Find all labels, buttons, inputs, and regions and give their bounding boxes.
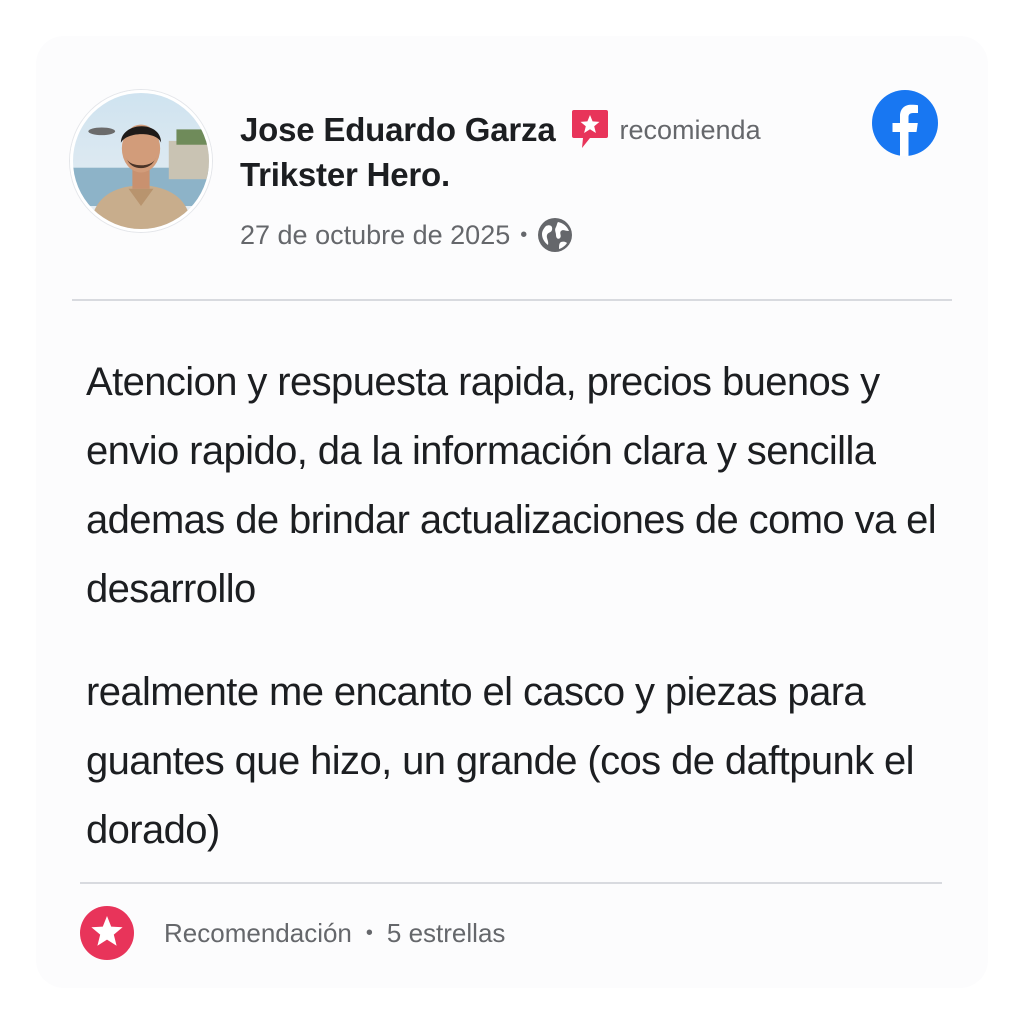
post-header: Jose Eduardo Garza recomienda Trikster H…: [240, 108, 840, 254]
rating-text: 5 estrellas: [386, 917, 506, 948]
footer-divider: [80, 882, 942, 884]
recommendation-footer: Recomendación • 5 estrellas: [80, 904, 505, 962]
header-divider: [72, 299, 952, 301]
post-paragraph: Atencion y respuesta rapida, precios bue…: [86, 360, 937, 611]
post-meta: 27 de octubre de 2025 •: [240, 216, 840, 254]
avatar-photo: [73, 93, 209, 229]
recommended-page-name[interactable]: Trikster Hero.: [240, 156, 840, 194]
recommend-badge-icon: [571, 110, 608, 148]
facebook-logo-icon[interactable]: [871, 89, 939, 157]
author-name[interactable]: Jose Eduardo Garza: [240, 111, 556, 149]
name-line: Jose Eduardo Garza recomienda: [240, 108, 840, 152]
recommend-action: recomienda: [619, 114, 761, 145]
footer-separator: •: [365, 921, 373, 944]
post-body: Atencion y respuesta rapida, precios bue…: [86, 348, 946, 865]
recommendation-label: Recomendación: [164, 917, 352, 948]
globe-icon: [538, 218, 573, 252]
post-paragraph: realmente me encanto el casco y piezas p…: [86, 670, 915, 852]
post-date[interactable]: 27 de octubre de 2025: [240, 220, 510, 251]
avatar[interactable]: [70, 90, 212, 232]
star-icon: [80, 906, 134, 960]
meta-separator: •: [520, 223, 528, 246]
